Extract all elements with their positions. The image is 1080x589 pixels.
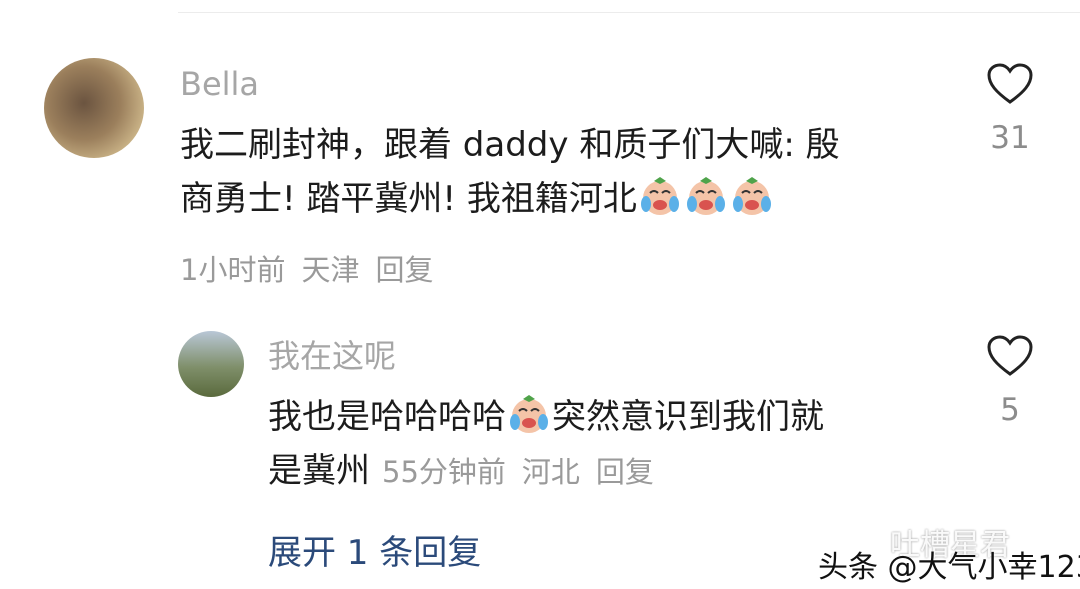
comment-time: 55分钟前 [382,455,506,489]
like-count: 31 [990,120,1030,156]
reply-button[interactable]: 回复 [596,455,654,489]
like-control[interactable]: 5 [982,334,1038,430]
comment-meta: 55分钟前 河北 回复 [382,455,654,489]
comment-text-line2: 商勇士! 踏平冀州! 我祖籍河北 [180,179,637,219]
reply-button[interactable]: 回复 [375,253,433,287]
comment-location: 河北 [521,455,580,489]
cry-laughing-emoji-icon [730,174,774,215]
comment-text-part1: 我也是哈哈哈哈 [268,397,506,437]
comment-text-line2: 是冀州 [268,451,370,491]
cry-laughing-emoji-icon [507,392,551,433]
cry-laughing-emoji-icon [638,174,682,215]
comment-text-line1: 我二刷封神，跟着 daddy 和质子们大喊: 殷 [180,125,840,165]
expand-replies-link[interactable]: 展开 1 条回复 [268,530,481,576]
comment-location: 天津 [301,253,360,287]
like-count: 5 [1000,392,1020,428]
cry-laughing-emoji-icon [684,174,728,215]
comment-meta: 1小时前 天津 回复 [180,248,433,292]
avatar[interactable] [44,58,144,158]
comment-username[interactable]: 我在这呢 [268,336,396,376]
avatar[interactable] [178,331,244,397]
top-divider [178,12,1080,13]
heart-icon[interactable] [982,62,1038,110]
comment-time: 1小时前 [180,253,286,287]
comment-username[interactable]: Bella [180,64,259,104]
heart-icon[interactable] [982,334,1038,382]
comment-text-part2: 突然意识到我们就 [552,397,824,437]
watermark-toutiao: 头条 @大气小幸123 [818,550,1080,585]
like-control[interactable]: 31 [982,62,1038,158]
comment-text: 我也是哈哈哈哈 突然意识到我们就 是冀州 55分钟前 河北 回复 [268,390,948,499]
comment-text: 我二刷封神，跟着 daddy 和质子们大喊: 殷 商勇士! 踏平冀州! 我祖籍河… [180,118,940,226]
